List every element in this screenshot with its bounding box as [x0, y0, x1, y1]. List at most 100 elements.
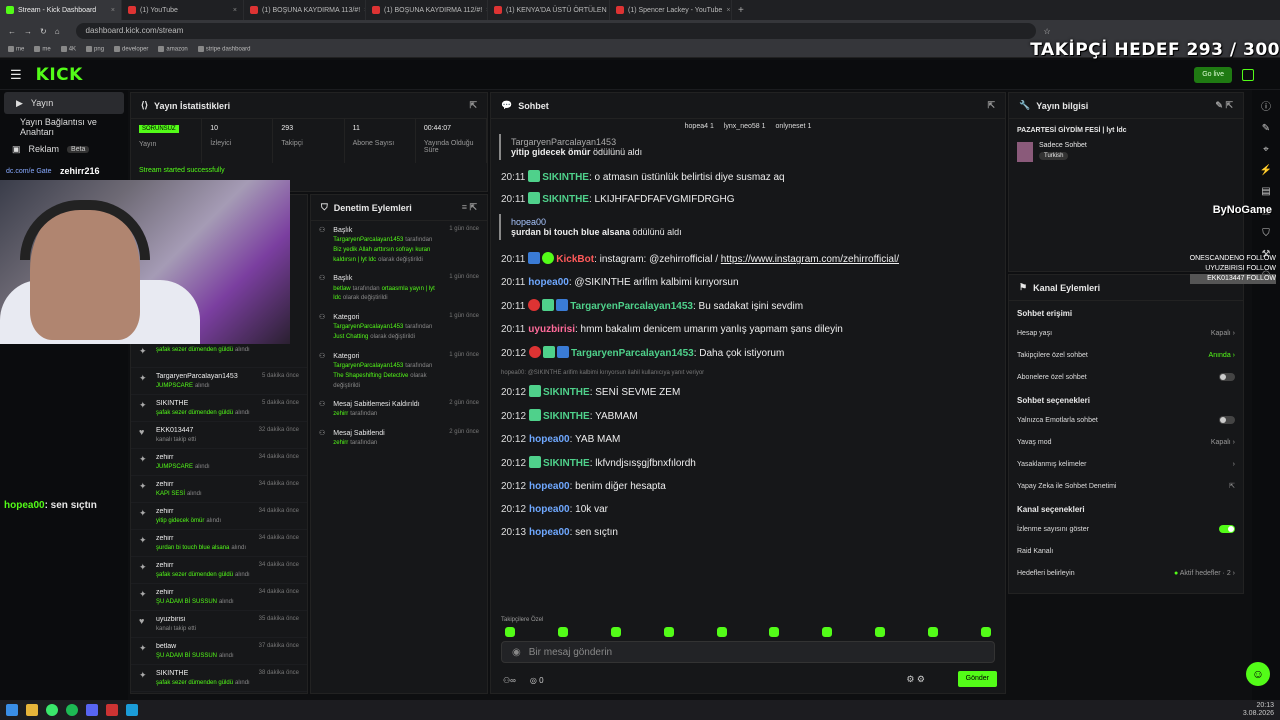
edit-icon[interactable]: ✎ ⇱ — [1215, 100, 1233, 111]
emote-icon[interactable] — [663, 627, 674, 637]
clock[interactable]: 20:13 3.08.2026 — [1243, 702, 1274, 718]
popout-icon[interactable]: ⇱ — [987, 100, 995, 111]
tab-youtube[interactable]: (1) Spencer Lackey - YouTube × — [610, 0, 732, 20]
reload-icon[interactable]: ↻ — [40, 27, 47, 36]
setting-goals[interactable]: Hedefleri belirleyin ● Aktif hedefler · 2… — [1009, 562, 1243, 584]
chat-message[interactable]: 20:12 hopea00: 10k var — [491, 503, 1005, 517]
nav-item-stream[interactable]: ▶ Yayın — [4, 92, 124, 114]
emote-icon[interactable] — [822, 627, 833, 637]
go-live-button[interactable]: Go live — [1194, 67, 1232, 83]
setting-slow-mode[interactable]: Yavaş mod Kapalı › — [1009, 431, 1243, 453]
bookmark-item[interactable]: stripe dashboard — [197, 46, 250, 53]
bookmark-item[interactable]: developer — [114, 46, 148, 53]
setting-emote-only: Yalnızca Emotlarla sohbet — [1009, 409, 1243, 431]
spotify-icon[interactable] — [66, 704, 78, 716]
chat-message[interactable]: 20:12 TargaryenParcalayan1453: Daha çok i… — [491, 346, 1005, 361]
show-viewers-toggle[interactable] — [1219, 525, 1235, 533]
chatter-badge[interactable]: onlyneset 1 — [776, 123, 812, 130]
emote-icon[interactable] — [769, 627, 780, 637]
chat-message[interactable]: 20:11 TargaryenParcalayan1453: Bu sadakat… — [491, 299, 1005, 314]
studio-icon[interactable] — [1242, 69, 1254, 81]
star-icon[interactable]: ☆ — [1044, 27, 1051, 36]
chat-message[interactable]: 20:13 hopea00: sen sıçtın — [491, 526, 1005, 540]
settings-icon[interactable]: ⚙ ⚙ — [906, 674, 925, 685]
setting-ai-moderation[interactable]: Yapay Zeka ile Sohbet Denetimi ⇱ — [1009, 475, 1243, 497]
bookmark-item[interactable]: amazon — [158, 46, 188, 53]
bookmark-item[interactable]: 4K — [60, 46, 76, 53]
filter-icon[interactable]: ≡ ⇱ — [462, 202, 477, 213]
emote-icon[interactable] — [505, 627, 515, 637]
chat-message[interactable]: 20:12 SIKINTHE: YABMAM — [491, 409, 1005, 424]
tab-youtube[interactable]: (1) BOŞUNA KAYDIRMA 113/#!× — [244, 0, 366, 20]
users-icon[interactable]: ⚇∞ — [503, 676, 516, 685]
chat-message[interactable]: 20:11 KickBot: instagram: @zehirrofficial… — [491, 252, 1005, 267]
close-icon[interactable]: × — [726, 7, 730, 14]
explorer-icon[interactable] — [26, 704, 38, 716]
document-icon[interactable]: ▤ — [1261, 186, 1270, 197]
bookmark-item[interactable]: me — [34, 46, 51, 53]
chat-message[interactable]: 20:11 uyuzbirisi: hmm bakalım denicem uma… — [491, 323, 1005, 337]
discord-icon[interactable] — [86, 704, 98, 716]
chrome-icon[interactable] — [46, 704, 58, 716]
chat-link[interactable]: https://www.instagram.com/zehirrofficial… — [721, 254, 899, 265]
nav-item-ads[interactable]: ▣ Reklam Beta — [0, 138, 128, 160]
bookmark-item[interactable]: me — [8, 46, 24, 53]
setting-raid-channel[interactable]: Raid Kanalı — [1009, 540, 1243, 562]
menu-icon[interactable]: ☰ — [10, 67, 22, 83]
new-tab-button[interactable]: + — [732, 5, 750, 16]
nav-item-stream-key[interactable]: Yayın Bağlantısı ve Anahtarı — [0, 116, 128, 138]
emote-only-toggle[interactable] — [1219, 416, 1235, 424]
tab-kick-dashboard[interactable]: Stream - Kick Dashboard × — [0, 0, 122, 20]
chatter-badge[interactable]: hopea4 1 — [685, 123, 714, 130]
shield-icon[interactable]: ⛉ — [1262, 228, 1270, 239]
emote-icon[interactable] — [980, 627, 991, 637]
points-counter[interactable]: ◎ 0 — [530, 676, 544, 685]
steam-icon[interactable] — [126, 704, 138, 716]
emoji-icon[interactable]: ◉ — [512, 647, 521, 658]
close-icon[interactable]: × — [233, 7, 237, 14]
help-button[interactable]: ☺ — [1246, 662, 1270, 686]
emote-icon[interactable] — [875, 627, 886, 637]
forward-icon[interactable]: → — [24, 27, 32, 36]
emote-icon[interactable] — [928, 627, 938, 637]
pencil-icon[interactable]: ✎ — [1262, 123, 1270, 134]
badge-icon — [528, 252, 541, 264]
lightning-icon[interactable]: ⚡ — [1260, 165, 1272, 176]
target-icon[interactable]: ⌖ — [1263, 144, 1269, 155]
emote-icon[interactable] — [557, 627, 568, 637]
chat-message[interactable]: 20:11 hopea00: @SIKINTHE arifim kalbimi k… — [491, 276, 1005, 290]
setting-followers-only[interactable]: Takipçilere özel sohbet Anında › — [1009, 344, 1243, 366]
chat-message[interactable]: 20:12 hopea00: benim diğer hesapta — [491, 480, 1005, 494]
chat-message-input[interactable]: ◉ Bir mesaj gönderin — [501, 641, 995, 663]
chatter-badge[interactable]: lynx_neo58 1 — [724, 123, 766, 130]
setting-banned-words[interactable]: Yasaklanmış kelimeler › — [1009, 453, 1243, 475]
emote-icon[interactable] — [610, 627, 621, 637]
popout-icon[interactable]: ⇱ — [469, 100, 477, 111]
chat-message[interactable]: 20:12 SIKINTHE: SENİ SEVME ZEM — [491, 385, 1005, 400]
tab-youtube[interactable]: (1) YouTube × — [122, 0, 244, 20]
tab-youtube[interactable]: (1) BOŞUNA KAYDIRMA 112/#!× — [366, 0, 488, 20]
url-input[interactable]: dashboard.kick.com/stream — [75, 23, 1036, 39]
follow-alerts-overlay: ONESCANDENO FOLLOW UYUZBIRISI FOLLOW EKK… — [1189, 255, 1276, 284]
chat-message[interactable]: 20:11 SIKINTHE: LKIJHFAFDFAFVGMIFDRGHG — [491, 192, 1005, 207]
emote-icon[interactable] — [716, 627, 727, 637]
chat-message[interactable]: 20:12 SIKINTHE: lkfvndjsısşgjfbnxfılordh — [491, 456, 1005, 471]
obs-icon[interactable] — [106, 704, 118, 716]
back-icon[interactable]: ← — [8, 27, 16, 36]
activity-item: ✦ zehirr JUMPSCARE alındı 34 dakika önce — [131, 449, 307, 476]
chat-header: 💬 Sohbet ⇱ — [491, 93, 1005, 119]
chat-message[interactable]: 20:12 hopea00: YAB MAM — [491, 433, 1005, 447]
setting-account-age[interactable]: Hesap yaşı Kapalı › — [1009, 322, 1243, 344]
bookmark-item[interactable]: png — [86, 46, 104, 53]
close-icon[interactable]: × — [111, 7, 115, 14]
tab-youtube[interactable]: (1) KENYA'DA ÜSTÜ ÖRTÜLEN× — [488, 0, 610, 20]
info-icon[interactable]: ⓘ — [1261, 98, 1271, 113]
subscribers-only-toggle[interactable] — [1219, 373, 1235, 381]
user-icon: ⚇ — [319, 275, 326, 283]
home-icon[interactable]: ⌂ — [55, 27, 60, 36]
start-icon[interactable] — [6, 704, 18, 716]
chat-message[interactable]: 20:11 SIKINTHE: o atmasın üstünlük belirt… — [491, 170, 1005, 185]
kick-logo[interactable]: KICK — [36, 65, 83, 85]
send-button[interactable]: Gönder — [957, 671, 997, 687]
windows-taskbar: 20:13 3.08.2026 — [0, 700, 1280, 720]
